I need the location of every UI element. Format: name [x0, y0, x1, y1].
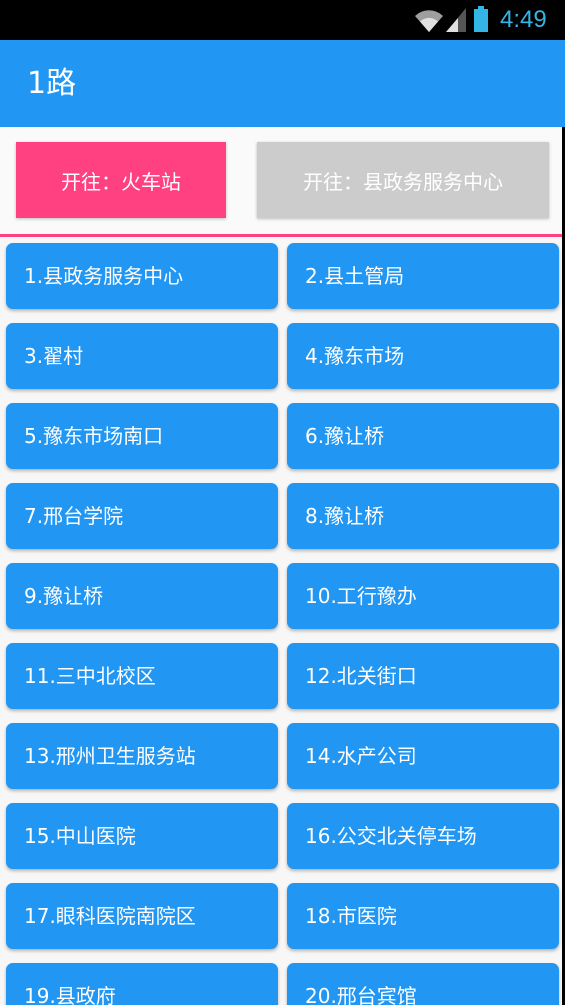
station-button[interactable]: 18.市医院	[287, 883, 559, 949]
station-list[interactable]: 1.县政务服务中心 2.县土管局 3.翟村 4.豫东市场 5.豫东市场南口 6.豫让桥 7.…	[0, 237, 565, 1005]
signal-icon	[446, 8, 466, 32]
direction-to-government-center-button[interactable]: 开往：县政务服务中心	[257, 142, 549, 218]
station-button[interactable]: 11.三中北校区	[6, 643, 278, 709]
direction-active-label: 开往：火车站	[61, 169, 181, 194]
status-bar: 4:49	[0, 0, 565, 40]
station-button[interactable]: 9.豫让桥	[6, 563, 278, 629]
app-bar: 1路	[0, 40, 565, 127]
station-button[interactable]: 4.豫东市场	[287, 323, 559, 389]
station-button[interactable]: 12.北关街口	[287, 643, 559, 709]
station-button[interactable]: 16.公交北关停车场	[287, 803, 559, 869]
wifi-icon	[415, 10, 443, 32]
station-button[interactable]: 1.县政务服务中心	[6, 243, 278, 309]
station-button[interactable]: 14.水产公司	[287, 723, 559, 789]
station-button[interactable]: 17.眼科医院南院区	[6, 883, 278, 949]
status-time: 4:49	[500, 6, 547, 33]
direction-inactive-label: 开往：县政务服务中心	[303, 169, 503, 194]
station-button[interactable]: 6.豫让桥	[287, 403, 559, 469]
station-button[interactable]: 10.工行豫办	[287, 563, 559, 629]
station-button[interactable]: 2.县土管局	[287, 243, 559, 309]
battery-icon	[474, 6, 488, 32]
station-button[interactable]: 19.县政府	[6, 963, 278, 1005]
station-button[interactable]: 15.中山医院	[6, 803, 278, 869]
station-button[interactable]: 5.豫东市场南口	[6, 403, 278, 469]
station-button[interactable]: 7.邢台学院	[6, 483, 278, 549]
station-button[interactable]: 20.邢台宾馆	[287, 963, 559, 1005]
station-button[interactable]: 13.邢州卫生服务站	[6, 723, 278, 789]
page-title: 1路	[27, 66, 77, 101]
direction-tabs: 开往：火车站 开往：县政务服务中心	[0, 127, 565, 234]
station-button[interactable]: 8.豫让桥	[287, 483, 559, 549]
direction-to-train-station-button[interactable]: 开往：火车站	[16, 142, 226, 218]
station-button[interactable]: 3.翟村	[6, 323, 278, 389]
